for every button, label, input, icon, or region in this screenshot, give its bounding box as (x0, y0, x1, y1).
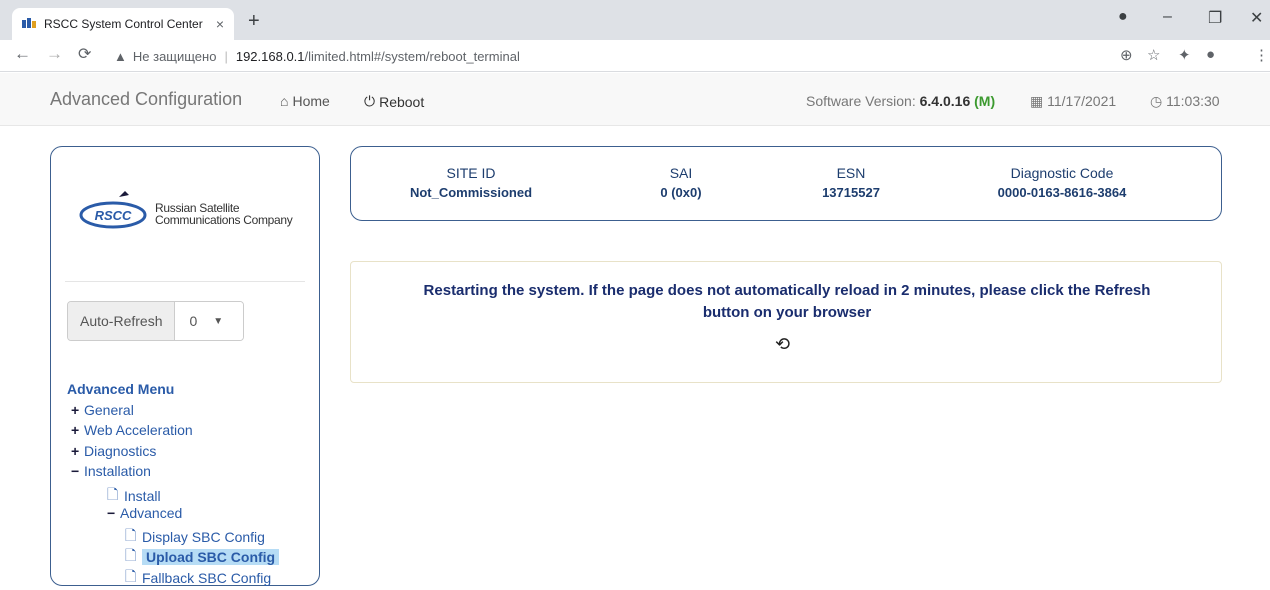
sai-value: 0 (0x0) (660, 185, 702, 200)
address-separator: | (224, 48, 228, 64)
restart-message-panel: Restarting the system. If the page does … (350, 261, 1222, 383)
window-close-icon[interactable]: ✕ (1250, 8, 1263, 28)
software-version-value: 6.4.0.16 (919, 93, 971, 109)
site-favicon-icon (22, 18, 36, 28)
expand-plus-icon: + (71, 402, 80, 418)
profile-dot-icon[interactable]: ● (1118, 8, 1128, 26)
home-link[interactable]: ⌂ Home (280, 93, 330, 109)
site-id-column: SITE ID Not_Commissioned (391, 165, 551, 200)
menu-item-web-acceleration[interactable]: + Web Acceleration (71, 422, 193, 438)
new-tab-button[interactable]: + (248, 10, 260, 33)
home-label: Home (292, 93, 330, 109)
site-id-label: SITE ID (446, 165, 496, 181)
esn-column: ESN 13715527 (801, 165, 901, 200)
browser-toolbar: ← → ⟳ ▲ Не защищено | 192.168.0.1 /limit… (0, 40, 1270, 72)
menu-item-label: Diagnostics (84, 443, 157, 459)
time-value: 11:03:30 (1166, 93, 1220, 109)
warning-icon: ▲ (114, 48, 127, 64)
insecure-label: Не защищено (132, 48, 217, 64)
software-version: Software Version: 6.4.0.16 (M) (806, 93, 995, 109)
auto-refresh-label: Auto-Refresh (68, 302, 176, 340)
menu-item-general[interactable]: + General (71, 402, 134, 418)
advanced-menu-title: Advanced Menu (67, 381, 175, 397)
browser-tab[interactable]: RSCC System Control Center × (12, 8, 234, 40)
clock-icon: ◷ (1150, 93, 1163, 109)
expand-plus-icon: + (71, 422, 80, 438)
chevron-down-icon: ▼ (213, 315, 224, 327)
diagnostic-code-column: Diagnostic Code 0000-0163-8616-3864 (977, 165, 1147, 200)
logo-text: Russian Satellite Communications Company (155, 202, 293, 227)
tab-title: RSCC System Control Center (44, 17, 203, 31)
menu-item-label: Display SBC Config (142, 529, 265, 545)
menu-item-label: General (84, 402, 134, 418)
restart-message: Restarting the system. If the page does … (351, 280, 1223, 324)
menu-item-label: Installation (84, 463, 151, 479)
time-display: ◷ 11:03:30 (1150, 93, 1220, 110)
page-brand[interactable]: Advanced Configuration (50, 89, 242, 110)
home-icon: ⌂ (280, 93, 289, 109)
restore-icon[interactable]: ❐ (1208, 8, 1222, 28)
browser-tab-bar: RSCC System Control Center × + ● – ❐ ✕ (0, 0, 1270, 40)
menu-item-label: Upload SBC Config (142, 549, 280, 565)
sai-column: SAI 0 (0x0) (631, 165, 731, 200)
calendar-icon: ▦ (1030, 93, 1044, 109)
address-bar[interactable]: ▲ Не защищено | 192.168.0.1 /limited.htm… (106, 43, 1106, 69)
menu-item-installation[interactable]: − Installation (71, 463, 151, 479)
auto-refresh-control: Auto-Refresh 0 ▼ (67, 301, 245, 341)
url-host: 192.168.0.1 (235, 48, 305, 64)
menu-item-label: Fallback SBC Config (142, 570, 272, 586)
power-icon: ⏻ (364, 93, 376, 109)
collapse-minus-icon: − (107, 505, 116, 521)
menu-item-label: Advanced (120, 505, 183, 521)
diagnostic-code-label: Diagnostic Code (1010, 165, 1114, 181)
esn-value: 13715527 (822, 185, 880, 200)
tab-close-icon[interactable]: × (216, 16, 224, 32)
menu-item-label: Install (124, 488, 161, 504)
terminal-info-panel: SITE ID Not_Commissioned SAI 0 (0x0) ESN… (350, 146, 1222, 221)
extensions-icon[interactable]: ✦ (1178, 46, 1191, 64)
menu-item-label: Web Acceleration (84, 422, 193, 438)
expand-plus-icon: + (71, 443, 80, 459)
sidebar-divider (65, 281, 305, 282)
site-id-value: Not_Commissioned (409, 185, 533, 200)
profile-icon[interactable]: ● (1206, 46, 1215, 63)
reboot-label: Reboot (379, 93, 425, 110)
page-navbar: Advanced Configuration ⌂ Home ⏻ Reboot S… (0, 73, 1270, 126)
menu-item-advanced[interactable]: − Advanced (107, 505, 182, 521)
url-path: /limited.html#/system/reboot_terminal (304, 48, 520, 64)
browser-menu-icon[interactable]: ⋮ (1254, 46, 1269, 64)
reload-icon[interactable]: ⟳ (78, 44, 91, 64)
minimize-icon[interactable]: – (1163, 8, 1172, 26)
forward-icon[interactable]: → (46, 44, 63, 64)
collapse-minus-icon: − (71, 463, 80, 479)
date-display: ▦ 11/17/2021 (1030, 93, 1116, 110)
menu-item-diagnostics[interactable]: + Diagnostics (71, 443, 156, 459)
esn-label: ESN (836, 165, 866, 181)
file-icon: 🗋 (125, 568, 137, 584)
reboot-link[interactable]: ⏻ Reboot (364, 93, 424, 110)
logo-line2: Communications Company (155, 213, 293, 227)
sidebar: RSCC Russian Satellite Communications Co… (50, 146, 320, 586)
software-version-label: Software Version: (806, 93, 916, 109)
svg-text:RSCC: RSCC (95, 208, 132, 223)
refresh-spinner-icon: ⟲ (775, 334, 791, 354)
auto-refresh-value: 0 (189, 313, 198, 329)
zoom-icon[interactable]: ⊕ (1120, 46, 1133, 64)
back-icon[interactable]: ← (14, 44, 31, 64)
software-version-flag: (M) (974, 93, 996, 109)
menu-item-fallback-sbc-config[interactable]: 🗋 Fallback SBC Config (125, 566, 271, 590)
bookmark-star-icon[interactable]: ☆ (1147, 46, 1160, 64)
restart-message-line1: Restarting the system. If the page does … (423, 282, 1151, 299)
auto-refresh-select[interactable]: 0 ▼ (175, 302, 244, 340)
date-value: 11/17/2021 (1047, 93, 1117, 109)
restart-message-line2: button on your browser (702, 304, 872, 321)
sai-label: SAI (669, 165, 693, 181)
diagnostic-code-value: 0000-0163-8616-3864 (997, 185, 1127, 200)
